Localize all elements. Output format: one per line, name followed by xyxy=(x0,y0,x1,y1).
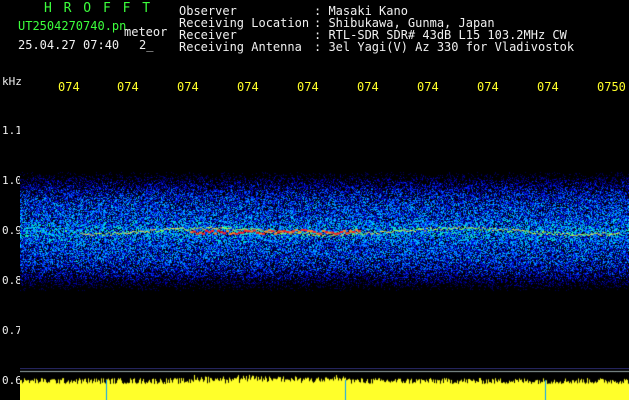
antenna-value: : 3el Yagi(V) Az 330 for Vladivostok xyxy=(314,40,575,54)
x-tick-label: 074 xyxy=(357,80,379,94)
x-tick-label: 074 xyxy=(417,80,439,94)
signal-level-bar xyxy=(20,368,629,400)
app-title: H R O F F T xyxy=(44,1,153,16)
y-tick-label: 0.9 xyxy=(2,224,22,237)
y-tick-label: 1.0 xyxy=(2,174,22,187)
x-tick-label: 074 xyxy=(537,80,559,94)
y-tick-label: 1.1 xyxy=(2,124,22,137)
x-tick-label: 074 xyxy=(477,80,499,94)
meteor-label: meteor xyxy=(124,25,168,39)
y-tick-label: 0.7 xyxy=(2,324,22,337)
x-tick-label: 0750 xyxy=(597,80,626,94)
x-tick-label: 074 xyxy=(297,80,319,94)
date-time: 25.04.27 07:40 xyxy=(18,38,120,52)
x-tick-label: 074 xyxy=(237,80,259,94)
meteor-count: 2_ xyxy=(139,38,154,52)
y-tick-label: 0.8 xyxy=(2,274,22,287)
x-tick-label: 074 xyxy=(58,80,80,94)
y-tick-label: 0.6 xyxy=(2,374,22,387)
antenna-label: Receiving Antenna xyxy=(179,40,302,54)
x-tick-label: 074 xyxy=(117,80,139,94)
file-name: UT2504270740.pn xyxy=(18,19,127,33)
y-axis-unit: kHz xyxy=(2,75,22,88)
x-tick-label: 074 xyxy=(177,80,199,94)
spectrogram xyxy=(20,96,629,368)
